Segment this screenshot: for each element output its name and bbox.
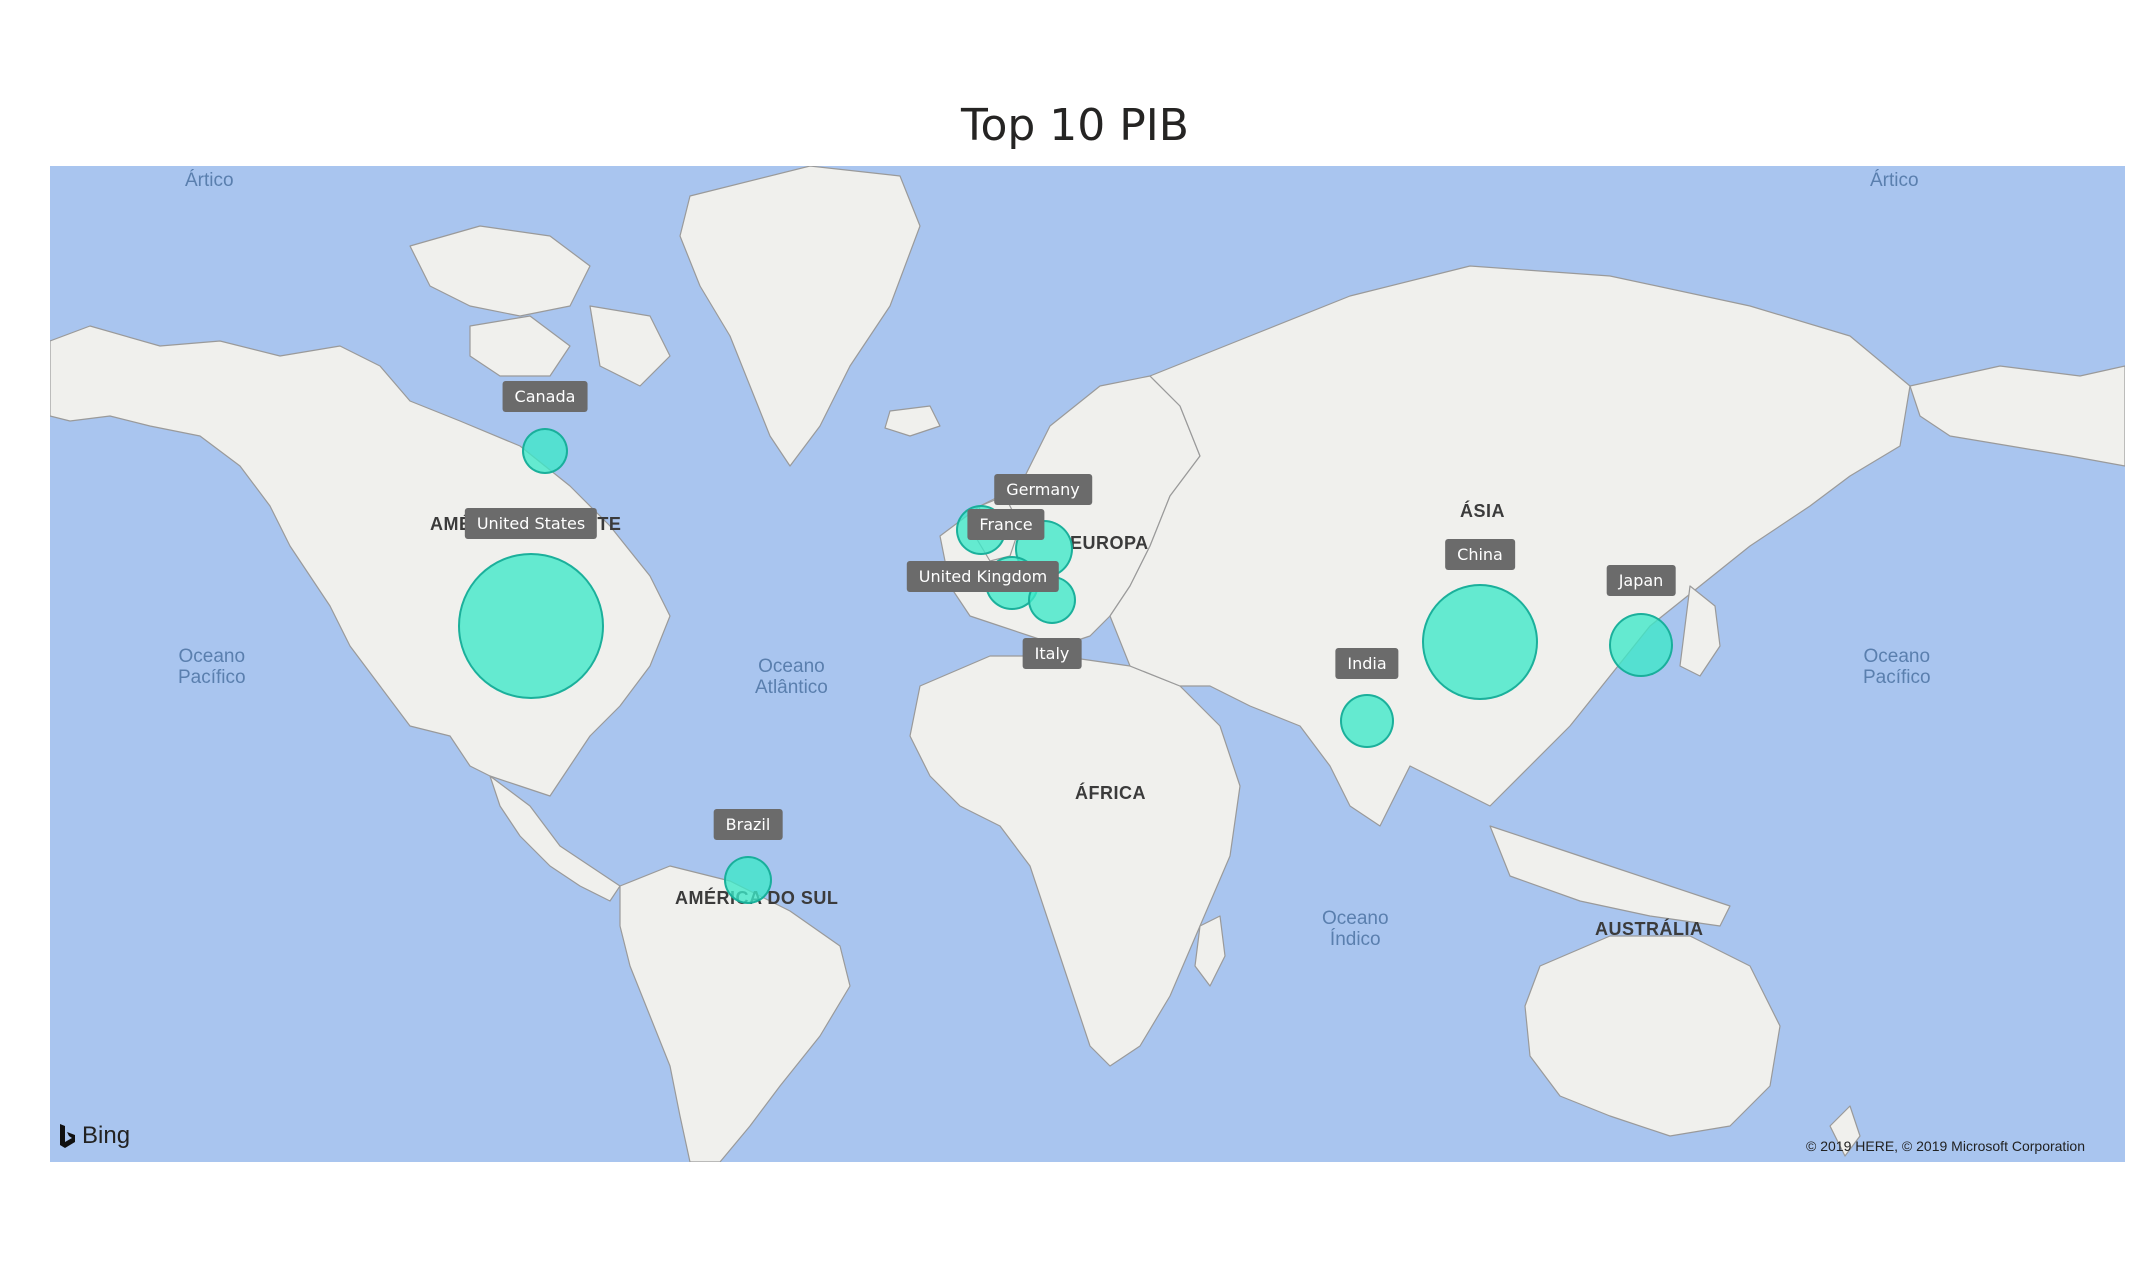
tag-canada: Canada xyxy=(502,381,588,412)
tag-united-states: United States xyxy=(464,508,598,539)
tag-france: France xyxy=(967,509,1045,540)
continent-label-asia: ÁSIA xyxy=(1460,501,1506,521)
ocean-label-text: Pacífico xyxy=(1863,667,1931,688)
ocean-label-text: Oceano xyxy=(1863,646,1931,667)
ocean-label-text: Pacífico xyxy=(178,667,246,688)
ocean-label-pacific-left: Oceano Pacífico xyxy=(178,646,246,688)
ocean-label-indian: Oceano Índico xyxy=(1322,908,1389,950)
bubble-united-states[interactable] xyxy=(458,553,604,699)
tag-united-kingdom: United Kingdom xyxy=(906,561,1060,592)
tag-germany: Germany xyxy=(994,474,1092,505)
ocean-label-text: Oceano xyxy=(178,646,246,667)
bing-logo[interactable]: Bing xyxy=(58,1122,130,1150)
ocean-label-text: Oceano xyxy=(758,656,825,677)
tag-brazil: Brazil xyxy=(713,809,783,840)
continent-label-australia: AUSTRÁLIA xyxy=(1595,919,1704,939)
ocean-label-text: Ártico xyxy=(185,170,234,191)
ocean-label-text: Oceano xyxy=(1322,908,1389,929)
tag-italy: Italy xyxy=(1022,638,1082,669)
continent-label-africa: ÁFRICA xyxy=(1075,783,1146,803)
copyright-text: © 2019 HERE, © 2019 Microsoft Corporatio… xyxy=(1806,1138,2085,1154)
bubble-canada[interactable] xyxy=(522,428,568,474)
ocean-label-atlantic: Oceano Atlântico xyxy=(755,656,828,698)
tag-india: India xyxy=(1335,648,1399,679)
bubble-brazil[interactable] xyxy=(724,856,772,904)
ocean-label-arctic-left: Ártico xyxy=(185,170,234,191)
bubble-india[interactable] xyxy=(1340,694,1394,748)
bing-label: Bing xyxy=(82,1122,131,1149)
ocean-label-pacific-right: Oceano Pacífico xyxy=(1863,646,1931,688)
bing-icon xyxy=(60,1124,75,1148)
bubble-japan[interactable] xyxy=(1609,613,1673,677)
ocean-label-text: Atlântico xyxy=(755,677,828,698)
ocean-label-arctic-right: Ártico xyxy=(1870,170,1919,191)
tag-japan: Japan xyxy=(1606,565,1676,596)
map-canvas[interactable]: AMÉRICA DO NORTE AMÉRICA DO SUL EUROPA Á… xyxy=(50,166,2125,1162)
continent-label-europe: EUROPA xyxy=(1070,533,1149,553)
ocean-label-text: Índico xyxy=(1329,929,1381,950)
chart-title: Top 10 PIB xyxy=(961,100,1189,151)
land-layer xyxy=(50,166,2125,1162)
tag-china: China xyxy=(1445,539,1515,570)
ocean-label-text: Ártico xyxy=(1870,170,1919,191)
bubble-china[interactable] xyxy=(1422,584,1538,700)
